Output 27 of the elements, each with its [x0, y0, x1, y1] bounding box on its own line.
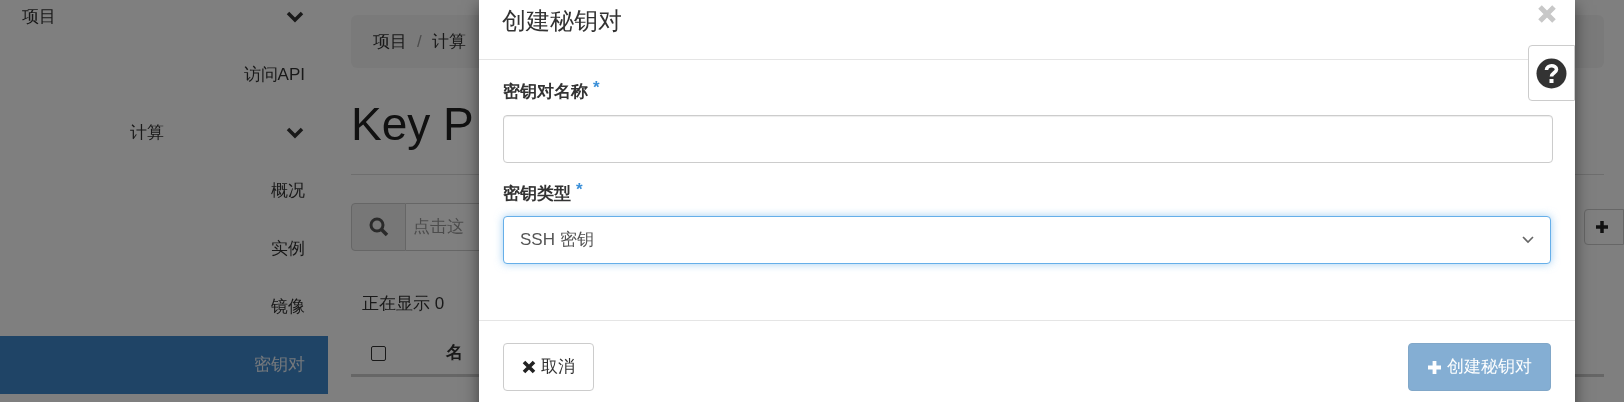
field-label: 密钥类型	[503, 182, 571, 205]
required-mark: *	[593, 77, 600, 99]
plus-icon	[1427, 359, 1442, 375]
chevron-icon	[285, 126, 305, 140]
close-icon	[522, 360, 536, 374]
required-mark: *	[576, 178, 583, 201]
help-icon[interactable]	[1536, 57, 1567, 89]
field-label: 密钥对名称	[503, 81, 588, 103]
caret-icon	[1522, 236, 1534, 244]
select-all-checkbox[interactable]	[371, 345, 386, 361]
column-header[interactable]: 名	[446, 340, 463, 366]
cancel-button[interactable]: 取消	[503, 343, 594, 391]
page-title: Key P	[351, 97, 475, 152]
modal-title: 创建秘钥对	[502, 6, 622, 36]
breadcrumb-link[interactable]: 项目	[373, 28, 407, 55]
breadcrumb-link[interactable]: 计算	[431, 28, 466, 55]
sidebar-item[interactable]: 密钥对	[0, 336, 328, 394]
create-button[interactable]	[1584, 209, 1624, 245]
plus-icon	[1595, 220, 1609, 234]
type-select[interactable]: SSH 密钥	[503, 216, 1551, 264]
breadcrumb-separator: /	[417, 30, 422, 53]
name-input[interactable]	[503, 114, 1553, 163]
chevron-icon	[285, 10, 305, 24]
sidebar-group[interactable]: 项目	[0, 0, 328, 46]
search-icon	[368, 217, 389, 237]
sidebar-group[interactable]: 计算	[0, 104, 328, 162]
item-count: 正在显示 0	[362, 293, 446, 315]
